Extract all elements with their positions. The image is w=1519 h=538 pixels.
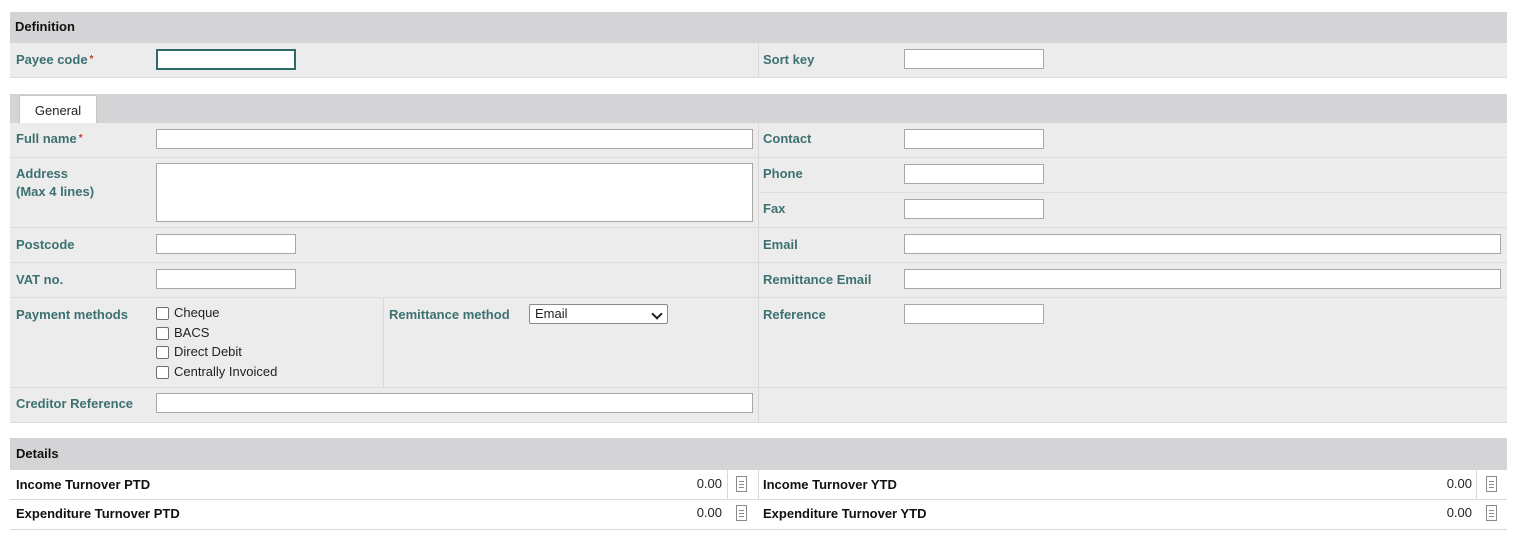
- contact-input[interactable]: [904, 129, 1044, 149]
- payment-method-label-direct-debit: Direct Debit: [174, 344, 242, 359]
- creditor-reference-label: Creditor Reference: [16, 396, 134, 411]
- phone-input[interactable]: [904, 164, 1044, 184]
- document-icon[interactable]: [1486, 505, 1497, 521]
- payment-method-checkbox-bacs[interactable]: [156, 327, 169, 340]
- reference-input[interactable]: [904, 304, 1044, 324]
- divider: [758, 43, 759, 78]
- details-title: Details: [16, 446, 59, 461]
- vat-input[interactable]: [156, 269, 296, 289]
- email-label: Email: [763, 237, 798, 252]
- expenditure-ytd-label: Expenditure Turnover YTD: [763, 506, 927, 521]
- payee-code-label: Payee code *: [16, 51, 93, 69]
- document-icon[interactable]: [736, 476, 747, 492]
- remittance-email-input[interactable]: [904, 269, 1501, 289]
- remittance-method-value: Email: [535, 306, 568, 321]
- expenditure-turnover-row: [10, 500, 1507, 530]
- remittance-method-label: Remittance method: [389, 307, 510, 322]
- fax-label: Fax: [763, 201, 786, 216]
- payment-method-label-cheque: Cheque: [174, 305, 220, 320]
- details-header: [10, 438, 1507, 470]
- income-ytd-label: Income Turnover YTD: [763, 477, 897, 492]
- required-marker: *: [89, 54, 94, 65]
- postcode-label: Postcode: [16, 237, 75, 252]
- fax-input[interactable]: [904, 199, 1044, 219]
- payment-methods-label: Payment methods: [16, 307, 128, 322]
- vat-label: VAT no.: [16, 272, 64, 287]
- income-ptd-value: 0.00: [696, 476, 722, 491]
- phone-label: Phone: [763, 166, 803, 181]
- address-label-line2: (Max 4 lines): [16, 184, 95, 199]
- payee-code-input[interactable]: [156, 49, 296, 70]
- payment-method-checkbox-cheque[interactable]: [156, 307, 169, 320]
- expenditure-ptd-value: 0.00: [696, 505, 722, 520]
- document-icon[interactable]: [736, 505, 747, 521]
- payment-method-label-centrally-invoiced: Centrally Invoiced: [174, 364, 278, 379]
- column-divider: [758, 123, 759, 423]
- payment-method-checkbox-centrally-invoiced[interactable]: [156, 366, 169, 379]
- chevron-down-icon: [651, 308, 663, 320]
- full-name-input[interactable]: [156, 129, 753, 149]
- definition-title: Definition: [15, 19, 75, 34]
- full-name-label-text: Full name: [16, 131, 77, 146]
- full-name-label: Full name *: [16, 130, 83, 148]
- reference-label: Reference: [763, 307, 826, 322]
- sort-key-input[interactable]: [904, 49, 1044, 69]
- definition-header: [10, 12, 1507, 43]
- remittance-method-select[interactable]: Email: [529, 304, 668, 324]
- payment-method-label-bacs: BACS: [174, 325, 210, 340]
- divider: [383, 298, 384, 388]
- creditor-reference-input[interactable]: [156, 393, 753, 413]
- postcode-input[interactable]: [156, 234, 296, 254]
- payee-code-label-text: Payee code: [16, 52, 88, 67]
- address-label: Address (Max 4 lines): [16, 165, 94, 201]
- document-icon[interactable]: [1486, 476, 1497, 492]
- email-input[interactable]: [904, 234, 1501, 254]
- income-ptd-label: Income Turnover PTD: [16, 477, 151, 492]
- address-label-line1: Address: [16, 166, 69, 181]
- address-textarea[interactable]: [156, 163, 753, 222]
- general-tab-strip: [10, 94, 1507, 123]
- payment-method-checkbox-direct-debit[interactable]: [156, 346, 169, 359]
- expenditure-ptd-label: Expenditure Turnover PTD: [16, 506, 180, 521]
- phone-fax-divider: [759, 192, 1507, 193]
- contact-label: Contact: [763, 131, 812, 146]
- remittance-email-label: Remittance Email: [763, 272, 872, 287]
- sort-key-label: Sort key: [763, 52, 815, 67]
- required-marker: *: [78, 133, 83, 144]
- tab-general[interactable]: General: [19, 95, 97, 125]
- expenditure-ytd-value: 0.00: [1446, 505, 1472, 520]
- income-ytd-value: 0.00: [1446, 476, 1472, 491]
